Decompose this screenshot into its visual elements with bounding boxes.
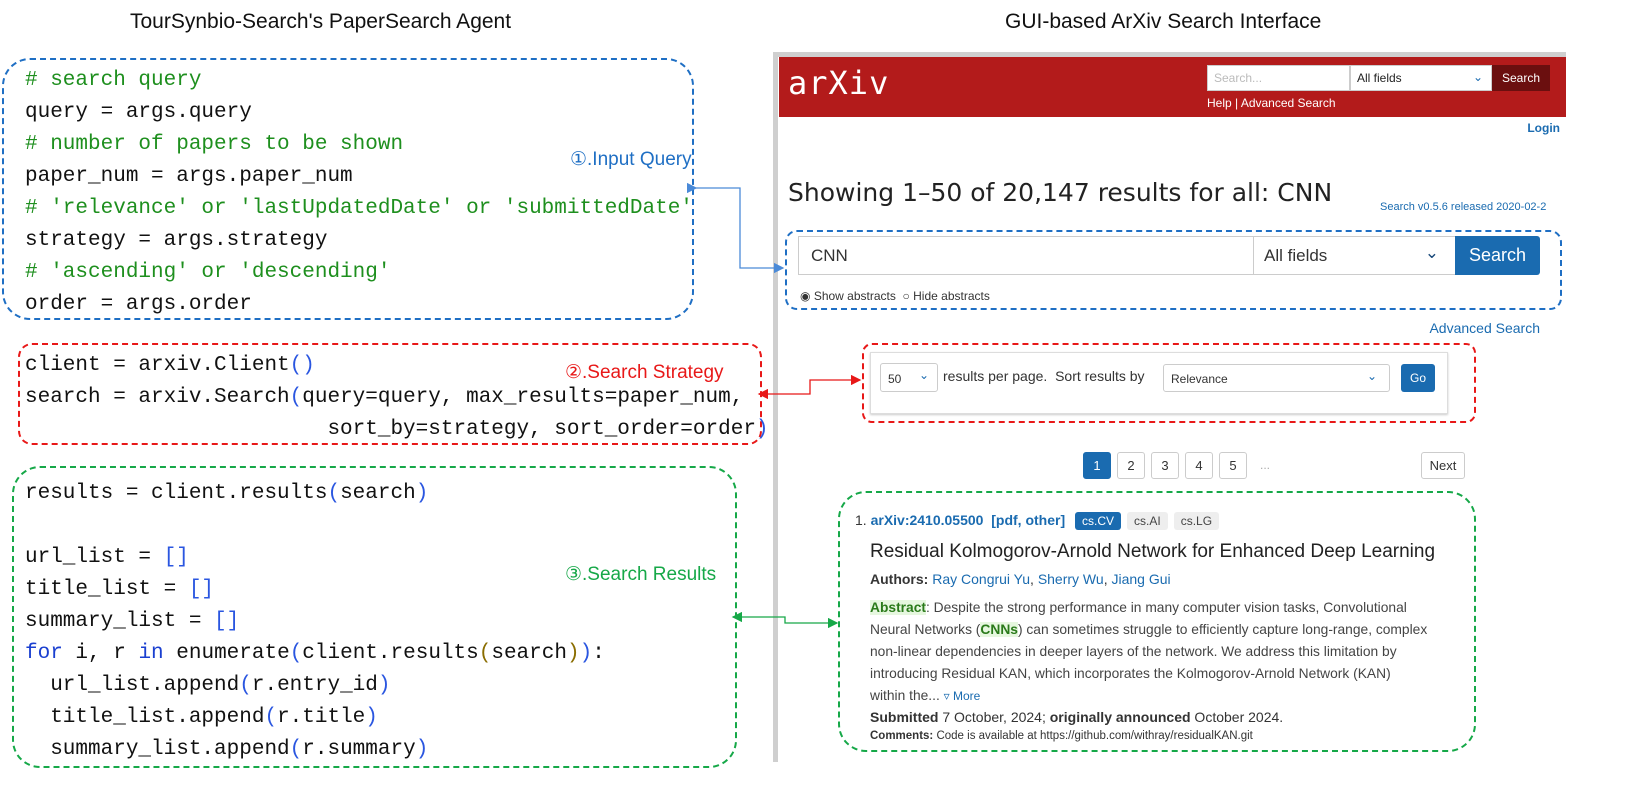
search-strategy-arrow bbox=[757, 374, 862, 400]
input-query-arrow bbox=[686, 182, 785, 274]
search-results-arrow bbox=[731, 611, 839, 629]
connector-arrows bbox=[686, 182, 862, 629]
